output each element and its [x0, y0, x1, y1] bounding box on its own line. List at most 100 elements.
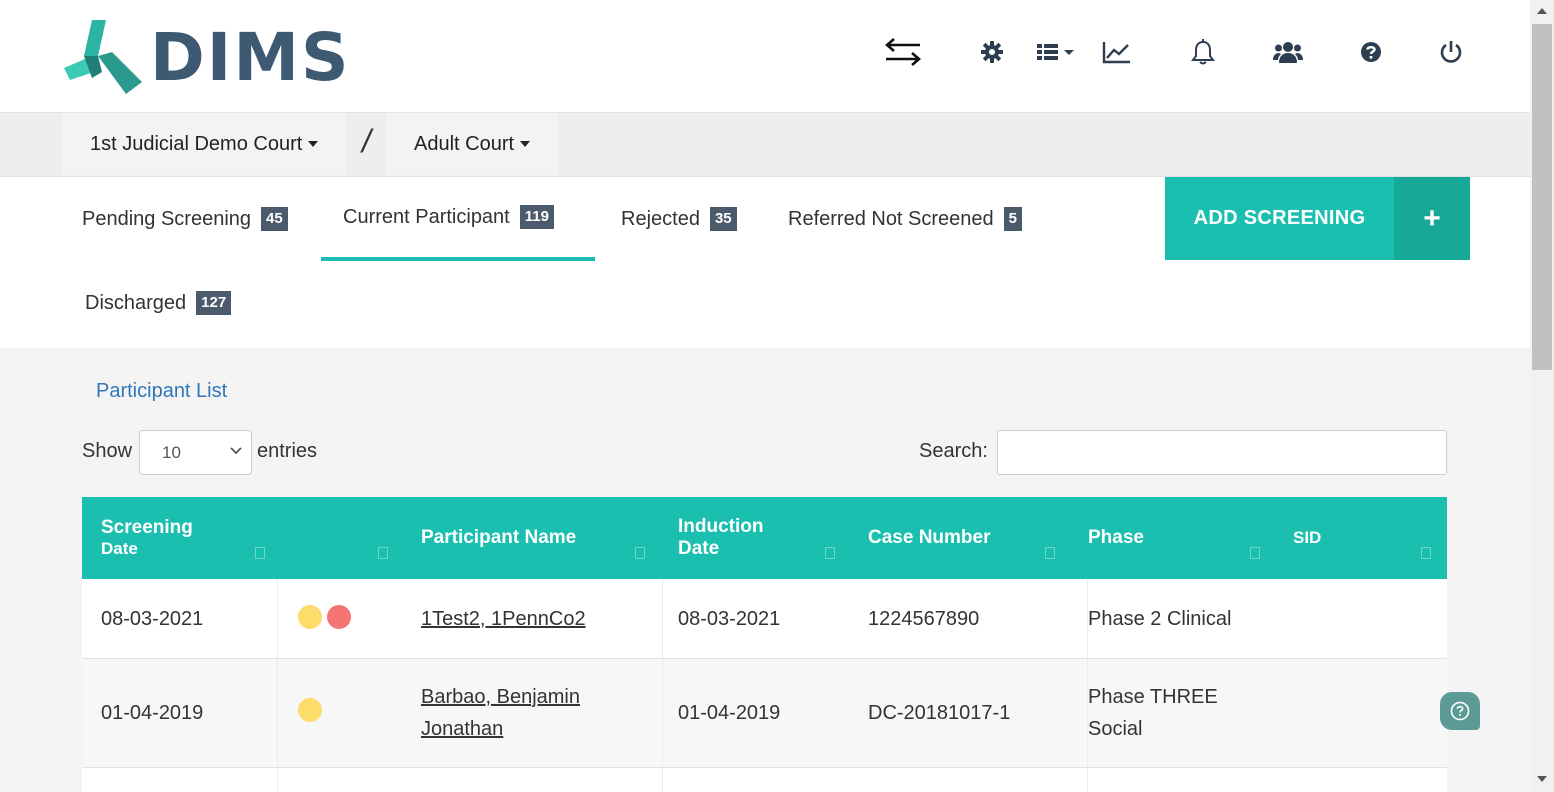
tab-label: Pending Screening	[82, 207, 252, 230]
add-screening-label: ADD SCREENING	[1193, 207, 1366, 229]
column-header-phase[interactable]: Phase	[1088, 497, 1144, 579]
column-divider	[662, 579, 663, 658]
scroll-down-arrow-icon[interactable]	[1537, 776, 1547, 782]
add-screening-button[interactable]: ADD SCREENING +	[1165, 177, 1470, 260]
count-badge: 35	[709, 207, 737, 231]
dims-logo-text: DIMS	[150, 19, 351, 96]
plus-icon: +	[1394, 177, 1470, 260]
sort-icon[interactable]	[378, 547, 388, 559]
table-row[interactable]: 01-04-2019 Barbao, Benjamin Jonathan 01-…	[82, 659, 1447, 768]
help-widget-button[interactable]	[1440, 692, 1480, 730]
sort-icon[interactable]	[255, 547, 265, 559]
column-header-screening-date[interactable]: Screening Date	[101, 497, 193, 579]
question-circle-icon	[1450, 701, 1470, 721]
column-header-line1: Case Number	[868, 527, 991, 548]
tab-label: Rejected	[621, 207, 700, 230]
participant-tabs: Pending Screening 45 Current Participant…	[0, 177, 1530, 348]
tab-rejected[interactable]: Rejected 35	[621, 177, 737, 261]
sort-icon[interactable]	[1250, 547, 1260, 559]
sort-icon[interactable]	[825, 547, 835, 559]
tab-pending-screening[interactable]: Pending Screening 45	[82, 177, 288, 261]
top-header: DIMS	[0, 0, 1530, 113]
phase-cell-line2: Social	[1088, 718, 1143, 740]
breadcrumb-separator: /	[362, 123, 371, 159]
page-scrollbar[interactable]	[1530, 0, 1554, 792]
caret-down-icon	[520, 141, 531, 147]
help-icon[interactable]	[1348, 30, 1394, 74]
search-label: Search:	[919, 440, 988, 462]
column-header-sid[interactable]: SID	[1293, 497, 1321, 579]
column-divider	[277, 768, 278, 792]
court-dropdown-label: 1st Judicial Demo Court	[90, 132, 303, 155]
program-dropdown-label: Adult Court	[414, 132, 515, 155]
column-header-line1: Screening	[101, 517, 193, 538]
caret-down-icon	[308, 141, 319, 147]
column-divider	[1087, 768, 1088, 792]
count-badge: 45	[261, 207, 288, 231]
participant-name-link-line2[interactable]: Jonathan	[421, 713, 503, 745]
column-header-induction-date[interactable]: Induction Date	[678, 497, 763, 579]
count-badge: 119	[519, 205, 554, 229]
table-row[interactable]	[82, 768, 1447, 792]
column-header-case-number[interactable]: Case Number	[868, 497, 991, 579]
phase-cell: Phase 2 Clinical	[1088, 608, 1232, 630]
search-input[interactable]	[997, 430, 1447, 475]
column-header-participant-name[interactable]: Participant Name	[421, 497, 576, 579]
induction-date-cell: 08-03-2021	[678, 608, 781, 630]
chevron-down-icon	[230, 447, 242, 455]
dims-logo[interactable]: DIMS	[62, 18, 351, 98]
column-header-line1: Phase	[1088, 527, 1144, 548]
tab-discharged[interactable]: Discharged 127	[85, 261, 232, 345]
tab-label: Discharged	[85, 291, 187, 314]
switch-arrows-icon[interactable]	[880, 30, 926, 74]
status-dot-yellow	[298, 605, 322, 629]
screening-date-cell: 01-04-2019	[101, 702, 204, 724]
participant-table: Screening Date Participant Name Inductio…	[82, 497, 1447, 792]
tab-label: Current Participant	[343, 205, 510, 228]
list-menu-icon[interactable]	[1028, 30, 1082, 74]
sort-icon[interactable]	[1045, 547, 1055, 559]
page-size-value: 10	[162, 442, 181, 462]
column-header-line2: Date	[101, 539, 138, 558]
dims-logo-mark	[62, 18, 144, 98]
page-size-select[interactable]: 10	[139, 430, 252, 475]
sort-icon[interactable]	[1421, 547, 1431, 559]
sort-icon[interactable]	[635, 547, 645, 559]
column-header-line1: SID	[1293, 528, 1322, 547]
participant-name-link[interactable]: 1Test2, 1PennCo2	[421, 603, 586, 635]
column-header-line2: Date	[678, 538, 720, 559]
column-divider	[662, 659, 663, 767]
count-badge: 127	[196, 291, 232, 315]
status-dot-red	[327, 605, 351, 629]
phase-cell: Phase THREE	[1088, 686, 1218, 708]
case-number-cell: DC-20181017-1	[868, 702, 1011, 724]
induction-date-cell: 01-04-2019	[678, 702, 781, 724]
table-header: Screening Date Participant Name Inductio…	[82, 497, 1447, 579]
participant-list-title: Participant List	[96, 380, 228, 402]
gear-icon[interactable]	[969, 30, 1015, 74]
power-icon[interactable]	[1428, 30, 1474, 74]
column-divider	[277, 659, 278, 767]
scroll-up-arrow-icon[interactable]	[1537, 8, 1547, 14]
show-label: Show	[82, 440, 133, 462]
column-divider	[662, 768, 663, 792]
court-dropdown[interactable]: 1st Judicial Demo Court	[62, 113, 347, 175]
case-number-cell: 1224567890	[868, 608, 980, 630]
tab-label: Referred Not Screened	[788, 207, 994, 230]
screening-date-cell: 08-03-2021	[101, 608, 204, 630]
status-dot-yellow	[298, 698, 322, 722]
tab-referred-not-screened[interactable]: Referred Not Screened 5	[788, 177, 1023, 261]
column-header-line1: Induction	[678, 516, 764, 537]
line-chart-icon[interactable]	[1094, 30, 1140, 74]
participant-name-link[interactable]: Barbao, Benjamin	[421, 681, 580, 713]
users-icon[interactable]	[1265, 30, 1311, 74]
program-dropdown[interactable]: Adult Court	[386, 113, 559, 175]
scrollbar-thumb[interactable]	[1532, 24, 1552, 370]
count-badge: 5	[1003, 207, 1023, 231]
bell-icon[interactable]	[1180, 30, 1226, 74]
table-row[interactable]: 08-03-2021 1Test2, 1PennCo2 08-03-2021 1…	[82, 579, 1447, 659]
court-selector-bar: 1st Judicial Demo Court / Adult Court	[0, 113, 1530, 177]
tab-current-participant[interactable]: Current Participant 119	[321, 177, 595, 261]
column-divider	[277, 579, 278, 658]
column-header-line1: Participant Name	[421, 527, 577, 548]
